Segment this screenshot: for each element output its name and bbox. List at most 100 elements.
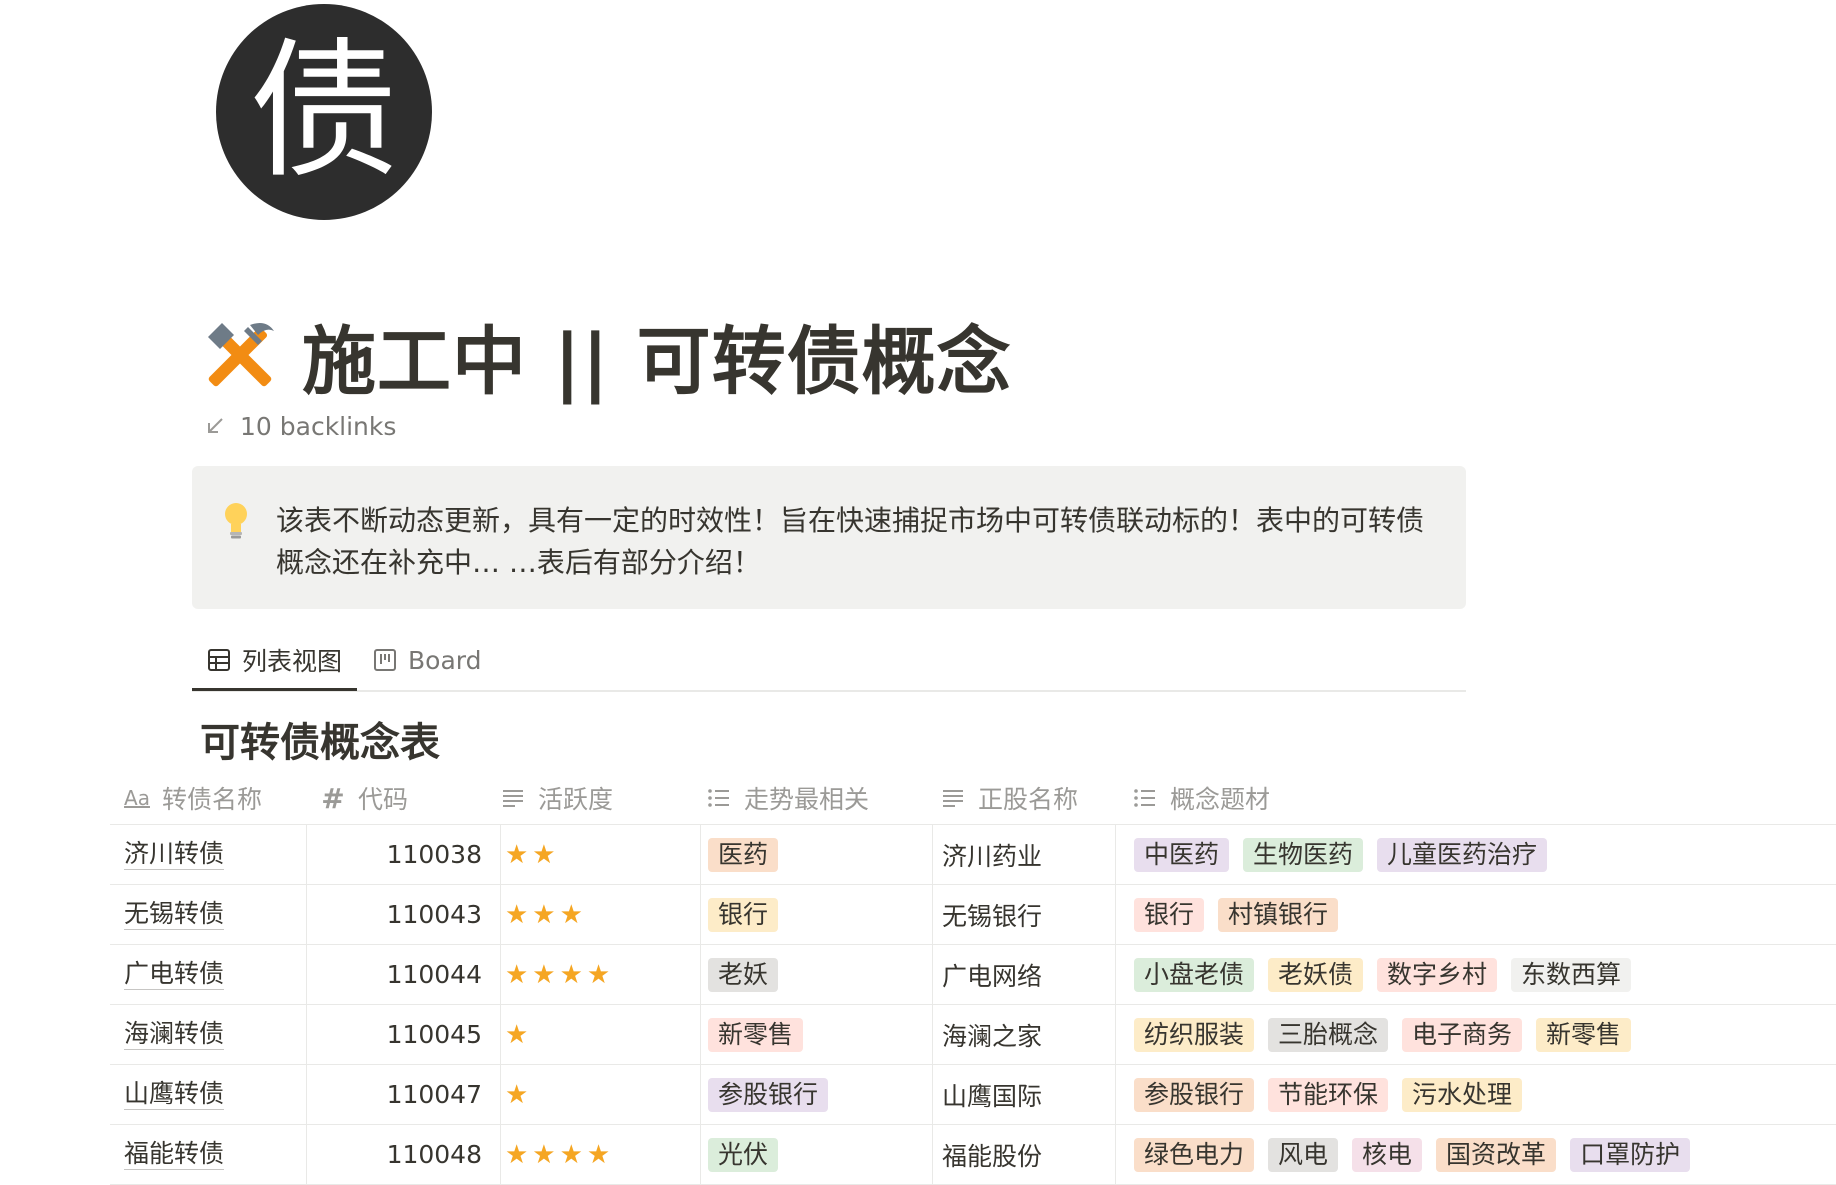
column-divider (1115, 1125, 1116, 1184)
concept-tags-cell[interactable]: 参股银行 节能环保 污水处理 (1134, 1065, 1523, 1124)
column-divider (306, 945, 307, 1004)
bond-name-cell[interactable]: 福能转债 (124, 1125, 225, 1184)
activity-stars: ★★★★ (505, 959, 615, 990)
tab-board[interactable]: Board (372, 632, 481, 688)
activity-stars: ★ (505, 1019, 533, 1050)
trend-cell[interactable]: 医药 (708, 825, 779, 884)
concept-tag: 电子商务 (1402, 1017, 1523, 1052)
concept-tag: 口罩防护 (1570, 1137, 1691, 1172)
trend-cell[interactable]: 新零售 (708, 1005, 804, 1064)
trend-cell[interactable]: 银行 (708, 885, 779, 944)
column-header-activity[interactable]: 活跃度 (500, 772, 613, 824)
bond-name-cell[interactable]: 海澜转债 (124, 1005, 225, 1064)
bond-name-cell[interactable]: 济川转债 (124, 825, 225, 884)
stock-name[interactable]: 海澜之家 (942, 1005, 1042, 1064)
page-icon-char: 债 (248, 25, 399, 199)
database-title[interactable]: 可转债概念表 (200, 710, 440, 768)
stock-name[interactable]: 无锡银行 (942, 885, 1042, 944)
table-row[interactable]: 福能转债 110048 ★★★★ 光伏 福能股份 绿色电力 风电 核电 国资改革 口罩防护 (110, 1125, 1836, 1185)
activity-stars: ★★★ (505, 899, 587, 930)
trend-tag: 新零售 (708, 1017, 804, 1052)
concept-tag: 参股银行 (1134, 1077, 1255, 1112)
text-property-icon: Aa (124, 786, 150, 810)
concept-tag: 银行 (1134, 897, 1205, 932)
concept-tags-cell[interactable]: 绿色电力 风电 核电 国资改革 口罩防护 (1134, 1125, 1691, 1184)
bond-name-cell[interactable]: 广电转债 (124, 945, 225, 1004)
concept-tags-cell[interactable]: 小盘老债 老妖债 数字乡村 东数西算 (1134, 945, 1632, 1004)
multi-select-icon (708, 789, 729, 807)
column-divider (700, 825, 701, 884)
bond-name[interactable]: 海澜转债 (124, 1019, 225, 1050)
trend-cell[interactable]: 光伏 (708, 1125, 779, 1184)
table-row[interactable]: 济川转债 110038 ★★ 医药 济川药业 中医药 生物医药 儿童医药治疗 (110, 825, 1836, 885)
concept-tag: 东数西算 (1511, 957, 1632, 992)
column-divider (500, 885, 501, 944)
table-row[interactable]: 广电转债 110044 ★★★★ 老妖 广电网络 小盘老债 老妖债 数字乡村 东数西算 (110, 945, 1836, 1005)
column-divider (306, 1125, 307, 1184)
table-row[interactable]: 山鹰转债 110047 ★ 参股银行 山鹰国际 参股银行 节能环保 污水处理 (110, 1065, 1836, 1125)
trend-cell[interactable]: 参股银行 (708, 1065, 829, 1124)
column-divider (306, 885, 307, 944)
board-icon (374, 649, 396, 671)
trend-tag: 老妖 (708, 957, 779, 992)
bond-name[interactable]: 福能转债 (124, 1139, 225, 1170)
column-divider (1115, 945, 1116, 1004)
bond-name-cell[interactable]: 无锡转债 (124, 885, 225, 944)
concept-tag: 老妖债 (1268, 957, 1364, 992)
stock-name[interactable]: 福能股份 (942, 1125, 1042, 1184)
bond-name[interactable]: 济川转债 (124, 839, 225, 870)
concept-tag: 数字乡村 (1377, 957, 1498, 992)
bond-code: 110045 (386, 1020, 482, 1049)
table-row[interactable]: 海澜转债 110045 ★ 新零售 海澜之家 纺织服装 三胎概念 电子商务 新零售 (110, 1005, 1836, 1065)
text-lines-icon (503, 790, 523, 807)
column-divider (932, 885, 933, 944)
concept-tag: 小盘老债 (1134, 957, 1255, 992)
page-title-row: 施工中 || 可转债概念 (200, 300, 1012, 410)
concept-tags-cell[interactable]: 中医药 生物医药 儿童医药治疗 (1134, 825, 1548, 884)
column-divider (500, 1125, 501, 1184)
column-divider (932, 1005, 933, 1064)
bond-code: 110044 (386, 960, 482, 989)
column-divider (1115, 885, 1116, 944)
stock-name[interactable]: 山鹰国际 (942, 1065, 1042, 1124)
concept-tags-cell[interactable]: 纺织服装 三胎概念 电子商务 新零售 (1134, 1005, 1632, 1064)
column-header-code[interactable]: # 代码 (320, 772, 408, 824)
arrow-down-left-icon (208, 418, 223, 433)
backlinks-label: 10 backlinks (240, 411, 397, 441)
tab-list-view[interactable]: 列表视图 (192, 632, 357, 691)
bond-name[interactable]: 山鹰转债 (124, 1079, 225, 1110)
column-header-trend[interactable]: 走势最相关 (706, 772, 869, 824)
lightbulb-icon (225, 503, 247, 539)
bond-name[interactable]: 广电转债 (124, 959, 225, 990)
concept-tag: 绿色电力 (1134, 1137, 1255, 1172)
column-header-stock[interactable]: 正股名称 (940, 772, 1078, 824)
column-header-name[interactable]: Aa 转债名称 (124, 772, 262, 824)
concept-tags-cell[interactable]: 银行 村镇银行 (1134, 885, 1339, 944)
table-header: Aa 转债名称 # 代码 活跃度 走势最相关 正股名称 概念题材 (110, 772, 1836, 825)
callout: 该表不断动态更新，具有一定的时效性！旨在快速捕捉市场中可转债联动标的！表中的可转… (192, 466, 1466, 609)
bond-name[interactable]: 无锡转债 (124, 899, 225, 930)
bond-code: 110043 (386, 900, 482, 929)
concept-tag: 风电 (1268, 1137, 1339, 1172)
trend-cell[interactable]: 老妖 (708, 945, 779, 1004)
column-divider (1115, 825, 1116, 884)
table-row[interactable]: 无锡转债 110043 ★★★ 银行 无锡银行 银行 村镇银行 (110, 885, 1836, 945)
concept-tag: 儿童医药治疗 (1377, 837, 1548, 872)
stock-name[interactable]: 广电网络 (942, 945, 1042, 1004)
column-header-concepts[interactable]: 概念题材 (1132, 772, 1270, 824)
concept-tag: 新零售 (1536, 1017, 1632, 1052)
view-tabs: 列表视图 Board (192, 632, 1466, 692)
backlinks[interactable]: 10 backlinks (204, 408, 396, 444)
page-icon[interactable]: 债 (216, 4, 432, 220)
column-divider (500, 825, 501, 884)
concept-tag: 节能环保 (1268, 1077, 1389, 1112)
bond-name-cell[interactable]: 山鹰转债 (124, 1065, 225, 1124)
activity-stars: ★★★★ (505, 1139, 615, 1170)
bond-code: 110047 (386, 1080, 482, 1109)
concept-tag: 中医药 (1134, 837, 1230, 872)
column-divider (700, 1125, 701, 1184)
column-divider (932, 1125, 933, 1184)
stock-name[interactable]: 济川药业 (942, 825, 1042, 884)
number-property-icon: # (321, 781, 345, 815)
trend-tag: 医药 (708, 837, 779, 872)
